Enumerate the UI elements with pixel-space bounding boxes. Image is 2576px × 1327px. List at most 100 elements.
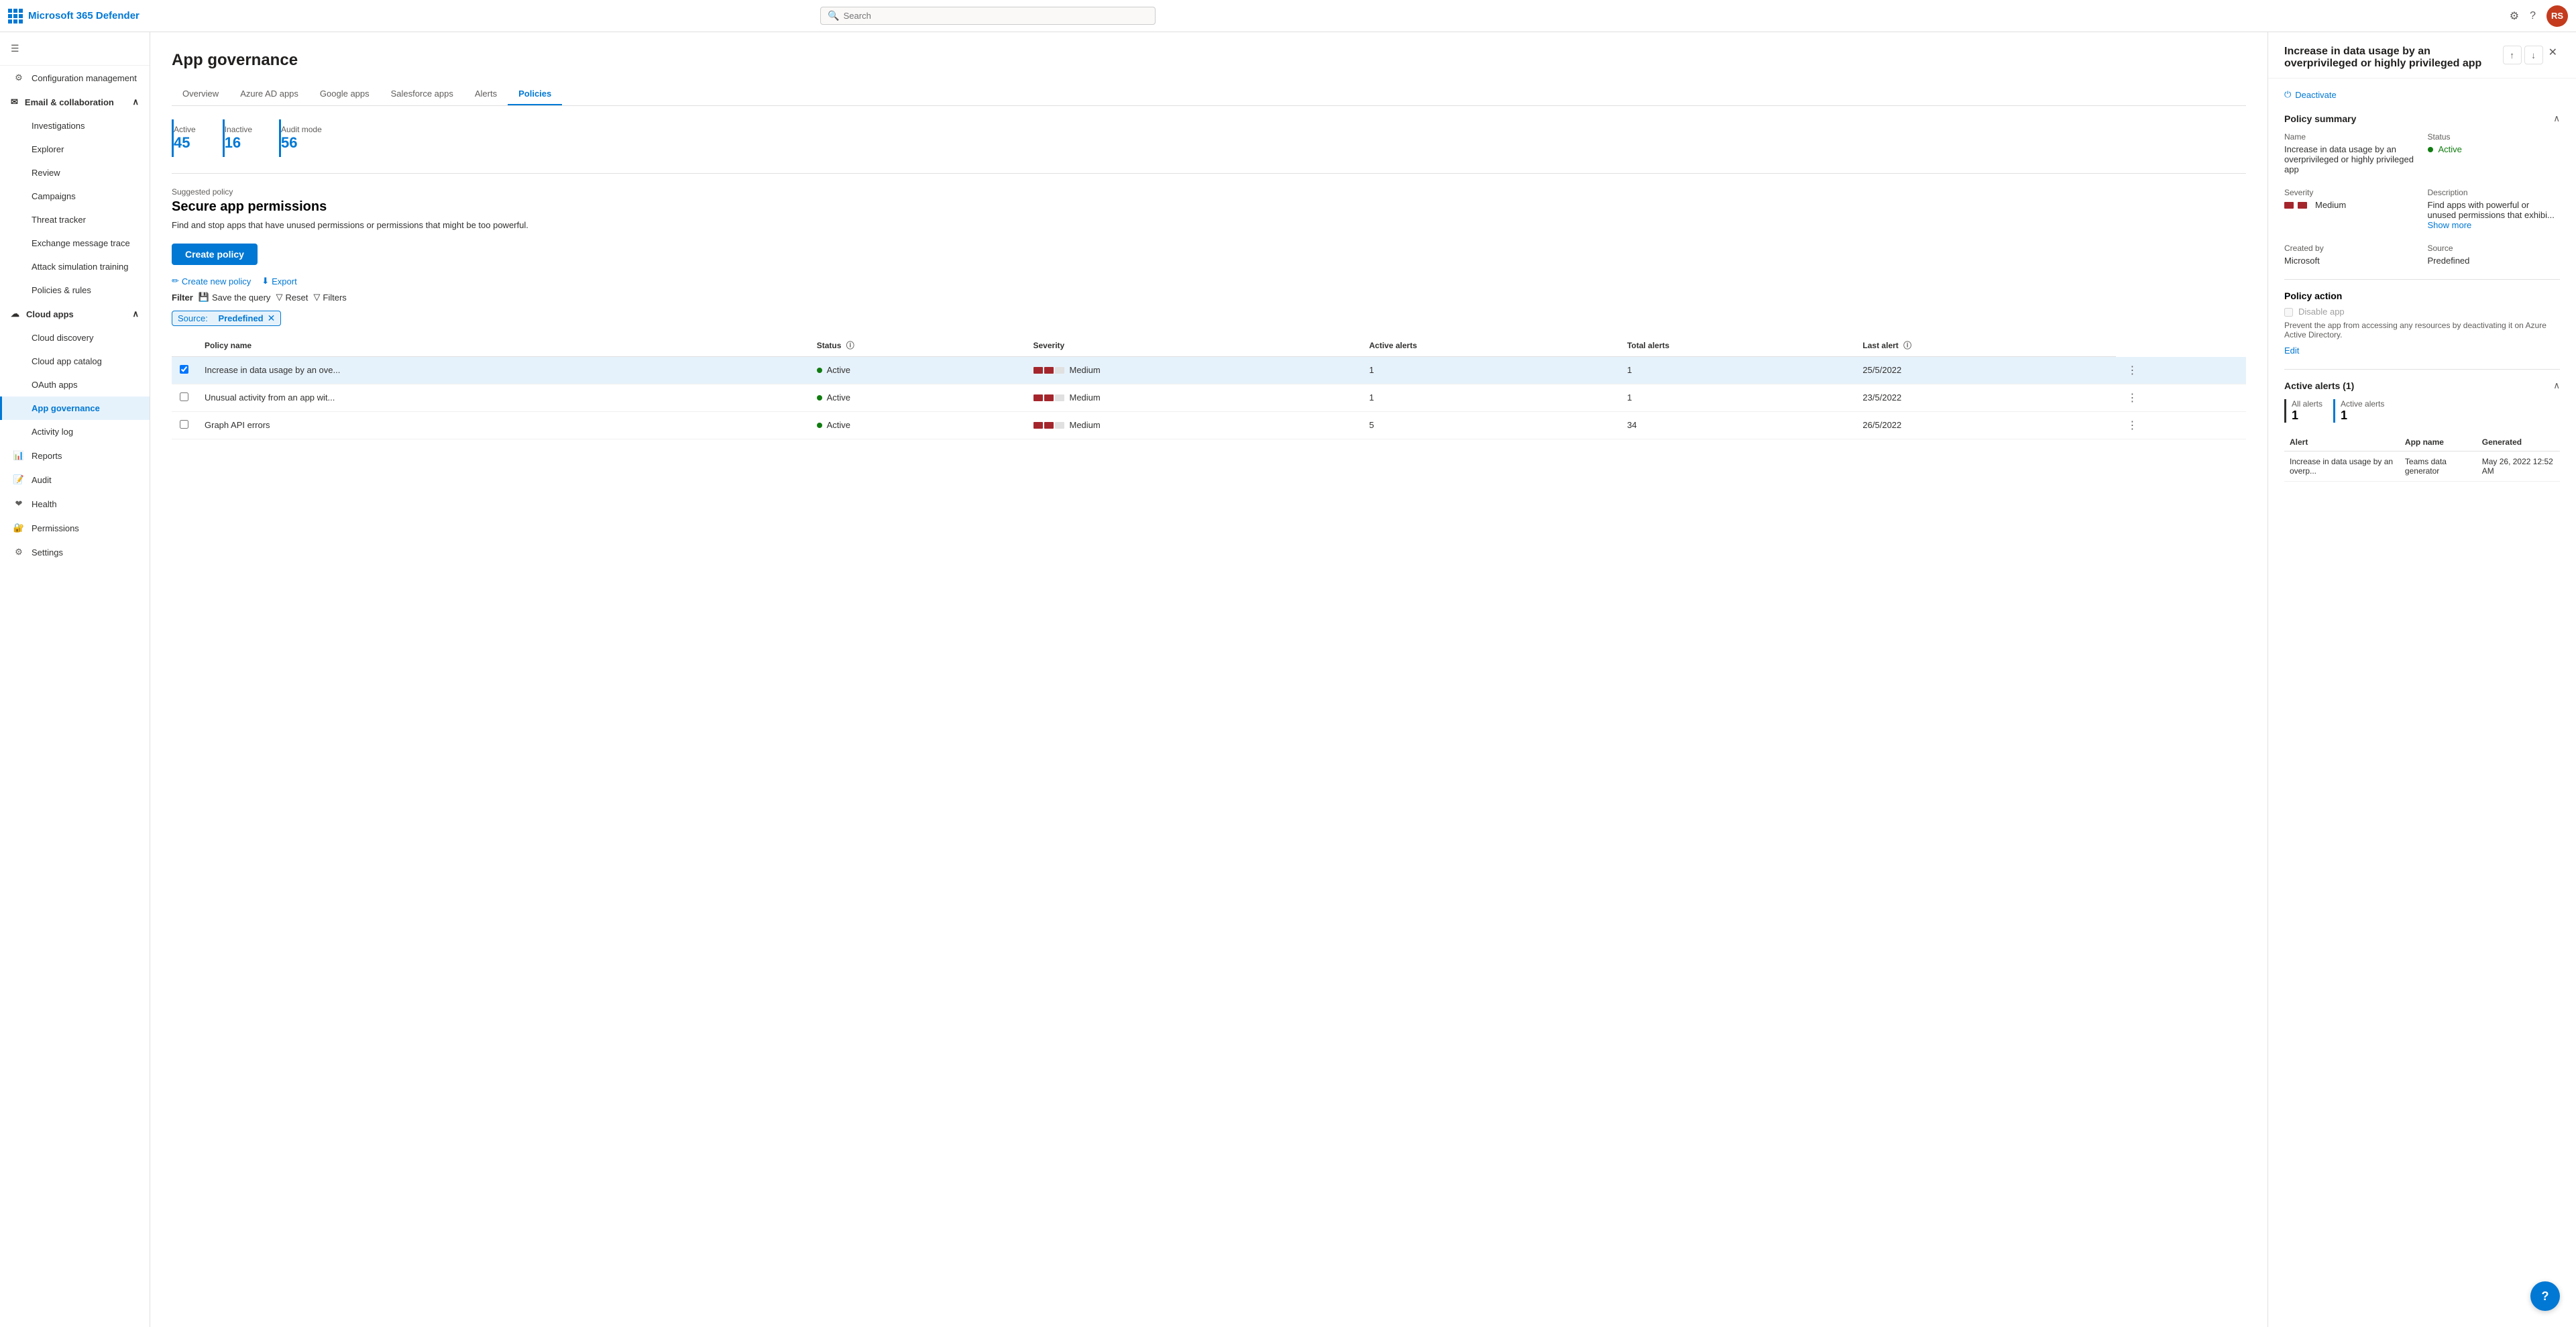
- cloud-icon: ☁: [11, 309, 19, 319]
- row2-more: ⋮: [2116, 384, 2246, 411]
- sev-block: [1044, 394, 1054, 401]
- sev-block: [1044, 367, 1054, 374]
- sidebar-item-settings[interactable]: ⚙ Settings: [0, 540, 150, 564]
- sidebar-item-cloud-discovery[interactable]: Cloud discovery: [0, 326, 150, 350]
- row3-checkbox-cell: [172, 411, 197, 439]
- sidebar-item-exchange[interactable]: Exchange message trace: [0, 231, 150, 255]
- th-policy-name[interactable]: Policy name: [197, 334, 809, 357]
- tab-policies[interactable]: Policies: [508, 83, 562, 105]
- sidebar-item-reports[interactable]: 📊 Reports: [0, 443, 150, 468]
- threat-tracker-label: Threat tracker: [32, 215, 86, 225]
- sidebar-item-cloud-catalog[interactable]: Cloud app catalog: [0, 350, 150, 373]
- sidebar-item-audit[interactable]: 📝 Audit: [0, 468, 150, 492]
- deactivate-button[interactable]: ⏻ Deactivate: [2284, 89, 2337, 100]
- panel-down-btn[interactable]: ↓: [2524, 46, 2543, 64]
- info-source: Source Predefined: [2428, 244, 2561, 266]
- th-severity[interactable]: Severity: [1025, 334, 1361, 357]
- tab-overview[interactable]: Overview: [172, 83, 229, 105]
- panel-up-btn[interactable]: ↑: [2503, 46, 2522, 64]
- description-label: Description: [2428, 188, 2561, 197]
- row1-name: Increase in data usage by an ove...: [197, 357, 809, 384]
- content-area: App governance Overview Azure AD apps Go…: [150, 32, 2576, 1327]
- edit-link[interactable]: Edit: [2284, 346, 2299, 356]
- sidebar-section-cloud[interactable]: ☁ Cloud apps ∧: [0, 302, 150, 326]
- explorer-label: Explorer: [32, 144, 64, 154]
- stat-audit: Audit mode 56: [279, 119, 338, 157]
- toolbar-row: ✏ Create new policy ⬇ Export: [172, 276, 2246, 286]
- sidebar-item-policies-rules[interactable]: Policies & rules: [0, 278, 150, 302]
- created-by-value: Microsoft: [2284, 256, 2417, 266]
- severity-label: Severity: [2284, 188, 2417, 197]
- row2-checkbox[interactable]: [180, 392, 188, 401]
- alert-app-name: Teams data generator: [2400, 452, 2477, 482]
- create-policy-button[interactable]: Create policy: [172, 244, 258, 265]
- reset-icon: ▽: [276, 292, 282, 303]
- sidebar-item-investigations[interactable]: Investigations: [0, 114, 150, 138]
- search-input[interactable]: [844, 11, 1149, 21]
- sev-block-1: [2284, 202, 2294, 209]
- info-name: Name Increase in data usage by an overpr…: [2284, 132, 2417, 174]
- stat-inactive-label: Inactive: [225, 125, 252, 134]
- help-icon-btn[interactable]: ?: [2530, 10, 2536, 22]
- tab-google-apps[interactable]: Google apps: [309, 83, 380, 105]
- sidebar-item-oauth[interactable]: OAuth apps: [0, 373, 150, 396]
- active-alerts-count: Active alerts 1: [2333, 399, 2384, 423]
- cloud-section-label: Cloud apps: [26, 309, 74, 319]
- tab-salesforce[interactable]: Salesforce apps: [380, 83, 464, 105]
- disable-app-checkbox[interactable]: [2284, 308, 2293, 317]
- summary-collapse-btn[interactable]: ∧: [2553, 113, 2560, 124]
- search-bar[interactable]: 🔍: [820, 7, 1156, 25]
- row2-status-dot: [817, 395, 822, 401]
- row2-more-btn[interactable]: ⋮: [2124, 391, 2140, 405]
- show-more-link[interactable]: Show more: [2428, 220, 2472, 230]
- sidebar-item-permissions[interactable]: 🔐 Permissions: [0, 516, 150, 540]
- sidebar-item-review[interactable]: Review: [0, 161, 150, 184]
- export-button[interactable]: ⬇ Export: [262, 276, 296, 286]
- review-label: Review: [32, 168, 60, 178]
- oauth-label: OAuth apps: [32, 380, 78, 390]
- sidebar-item-campaigns[interactable]: Campaigns: [0, 184, 150, 208]
- sidebar-item-threat-tracker[interactable]: Threat tracker: [0, 208, 150, 231]
- reset-button[interactable]: ▽ Reset: [276, 292, 308, 303]
- save-query-button[interactable]: 💾 Save the query: [199, 292, 271, 303]
- alert-row[interactable]: Increase in data usage by an overp... Te…: [2284, 452, 2560, 482]
- sidebar-item-explorer[interactable]: Explorer: [0, 138, 150, 161]
- sidebar-section-email[interactable]: ✉ Email & collaboration ∧: [0, 90, 150, 114]
- sev-block: [1033, 422, 1043, 429]
- active-alerts-label: Active alerts: [2341, 399, 2384, 409]
- row3-more-btn[interactable]: ⋮: [2124, 419, 2140, 432]
- row3-checkbox[interactable]: [180, 420, 188, 429]
- sidebar-item-attack-sim[interactable]: Attack simulation training: [0, 255, 150, 278]
- settings-icon-btn[interactable]: ⚙: [2510, 9, 2519, 23]
- table-row[interactable]: Unusual activity from an app wit... Acti…: [172, 384, 2246, 411]
- tab-alerts[interactable]: Alerts: [464, 83, 508, 105]
- tab-azure-ad[interactable]: Azure AD apps: [229, 83, 309, 105]
- filters-button[interactable]: ▽ Filters: [313, 292, 346, 303]
- table-row[interactable]: Graph API errors Active Medium: [172, 411, 2246, 439]
- investigations-label: Investigations: [32, 121, 85, 131]
- filter-tag-remove[interactable]: ✕: [268, 313, 276, 324]
- create-new-policy-label: Create new policy: [182, 276, 251, 286]
- create-new-policy-button[interactable]: ✏ Create new policy: [172, 276, 251, 286]
- row1-checkbox[interactable]: [180, 365, 188, 374]
- alert-generated: May 26, 2022 12:52 AM: [2477, 452, 2560, 482]
- panel-close-btn[interactable]: ✕: [2546, 46, 2560, 59]
- health-label: Health: [32, 499, 57, 509]
- stats-row: Active 45 Inactive 16 Audit mode 56: [172, 119, 2246, 157]
- help-fab[interactable]: ?: [2530, 1281, 2560, 1311]
- th-active-alerts[interactable]: Active alerts: [1361, 334, 1620, 357]
- info-created-by: Created by Microsoft: [2284, 244, 2417, 266]
- hamburger-button[interactable]: ☰: [0, 38, 150, 60]
- sidebar-item-config[interactable]: ⚙ Configuration management: [0, 66, 150, 90]
- table-row[interactable]: Increase in data usage by an ove... Acti…: [172, 357, 2246, 384]
- th-total-alerts[interactable]: Total alerts: [1619, 334, 1854, 357]
- alerts-collapse-btn[interactable]: ∧: [2553, 380, 2560, 391]
- filter-tag-prefix: Source:: [178, 313, 208, 323]
- sidebar-item-activity-log[interactable]: Activity log: [0, 420, 150, 443]
- avatar[interactable]: RS: [2546, 5, 2568, 27]
- email-icon: ✉: [11, 97, 18, 107]
- sidebar-item-health[interactable]: ❤ Health: [0, 492, 150, 516]
- row1-more-btn[interactable]: ⋮: [2124, 364, 2140, 377]
- source-label: Source: [2428, 244, 2561, 253]
- sidebar-item-app-governance[interactable]: App governance: [0, 396, 150, 420]
